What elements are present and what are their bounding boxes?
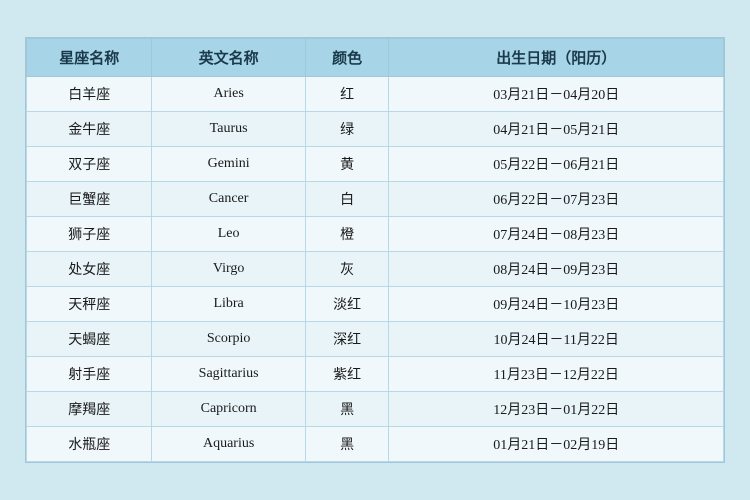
zodiac-table-container: 星座名称 英文名称 颜色 出生日期（阳历） 白羊座Aries红03月21日－04… xyxy=(25,37,725,463)
cell-chinese: 水瓶座 xyxy=(27,427,152,462)
table-row: 天蝎座Scorpio深红10月24日－11月22日 xyxy=(27,322,724,357)
cell-chinese: 天蝎座 xyxy=(27,322,152,357)
table-row: 双子座Gemini黄05月22日－06月21日 xyxy=(27,147,724,182)
table-row: 天秤座Libra淡红09月24日－10月23日 xyxy=(27,287,724,322)
cell-date: 11月23日－12月22日 xyxy=(389,357,724,392)
cell-date: 12月23日－01月22日 xyxy=(389,392,724,427)
cell-chinese: 摩羯座 xyxy=(27,392,152,427)
cell-english: Gemini xyxy=(152,147,305,182)
cell-date: 03月21日－04月20日 xyxy=(389,77,724,112)
cell-color: 绿 xyxy=(305,112,389,147)
cell-english: Scorpio xyxy=(152,322,305,357)
cell-chinese: 处女座 xyxy=(27,252,152,287)
table-row: 巨蟹座Cancer白06月22日－07月23日 xyxy=(27,182,724,217)
cell-chinese: 射手座 xyxy=(27,357,152,392)
table-header-row: 星座名称 英文名称 颜色 出生日期（阳历） xyxy=(27,39,724,77)
table-row: 水瓶座Aquarius黑01月21日－02月19日 xyxy=(27,427,724,462)
cell-english: Leo xyxy=(152,217,305,252)
cell-date: 04月21日－05月21日 xyxy=(389,112,724,147)
cell-color: 黑 xyxy=(305,427,389,462)
cell-date: 09月24日－10月23日 xyxy=(389,287,724,322)
cell-english: Libra xyxy=(152,287,305,322)
cell-chinese: 巨蟹座 xyxy=(27,182,152,217)
cell-color: 黄 xyxy=(305,147,389,182)
cell-color: 红 xyxy=(305,77,389,112)
zodiac-table: 星座名称 英文名称 颜色 出生日期（阳历） 白羊座Aries红03月21日－04… xyxy=(26,38,724,462)
cell-date: 07月24日－08月23日 xyxy=(389,217,724,252)
table-row: 射手座Sagittarius紫红11月23日－12月22日 xyxy=(27,357,724,392)
cell-english: Aquarius xyxy=(152,427,305,462)
cell-english: Taurus xyxy=(152,112,305,147)
cell-chinese: 双子座 xyxy=(27,147,152,182)
cell-english: Virgo xyxy=(152,252,305,287)
cell-chinese: 金牛座 xyxy=(27,112,152,147)
cell-color: 深红 xyxy=(305,322,389,357)
cell-chinese: 狮子座 xyxy=(27,217,152,252)
cell-color: 紫红 xyxy=(305,357,389,392)
cell-english: Aries xyxy=(152,77,305,112)
cell-date: 06月22日－07月23日 xyxy=(389,182,724,217)
header-color: 颜色 xyxy=(305,39,389,77)
header-date: 出生日期（阳历） xyxy=(389,39,724,77)
cell-date: 05月22日－06月21日 xyxy=(389,147,724,182)
table-row: 白羊座Aries红03月21日－04月20日 xyxy=(27,77,724,112)
header-english: 英文名称 xyxy=(152,39,305,77)
cell-color: 淡红 xyxy=(305,287,389,322)
cell-color: 黑 xyxy=(305,392,389,427)
cell-color: 橙 xyxy=(305,217,389,252)
cell-color: 白 xyxy=(305,182,389,217)
cell-color: 灰 xyxy=(305,252,389,287)
table-row: 处女座Virgo灰08月24日－09月23日 xyxy=(27,252,724,287)
cell-date: 08月24日－09月23日 xyxy=(389,252,724,287)
cell-english: Capricorn xyxy=(152,392,305,427)
cell-chinese: 天秤座 xyxy=(27,287,152,322)
table-row: 摩羯座Capricorn黑12月23日－01月22日 xyxy=(27,392,724,427)
header-chinese: 星座名称 xyxy=(27,39,152,77)
cell-date: 10月24日－11月22日 xyxy=(389,322,724,357)
cell-chinese: 白羊座 xyxy=(27,77,152,112)
cell-english: Cancer xyxy=(152,182,305,217)
cell-english: Sagittarius xyxy=(152,357,305,392)
cell-date: 01月21日－02月19日 xyxy=(389,427,724,462)
table-row: 狮子座Leo橙07月24日－08月23日 xyxy=(27,217,724,252)
table-row: 金牛座Taurus绿04月21日－05月21日 xyxy=(27,112,724,147)
